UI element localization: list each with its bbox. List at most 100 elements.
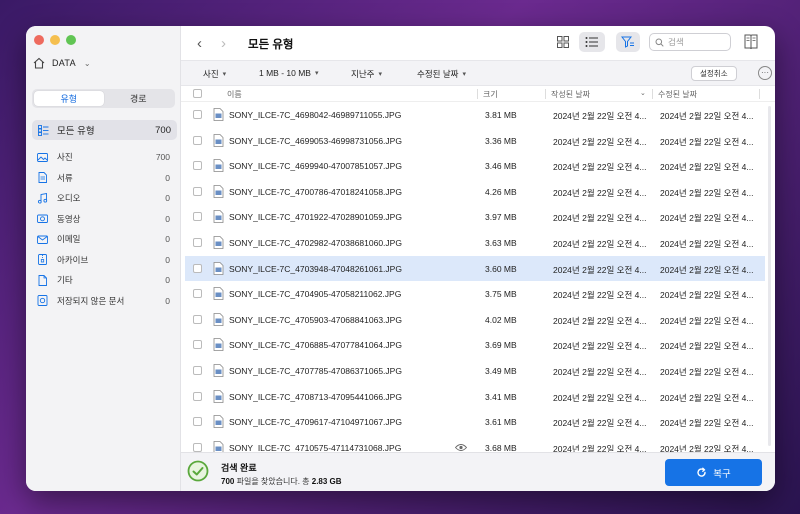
column-size[interactable]: 크기 xyxy=(483,89,498,100)
row-checkbox[interactable] xyxy=(193,340,202,350)
filter-icon xyxy=(621,36,634,48)
image-file-icon xyxy=(213,338,224,352)
row-checkbox[interactable] xyxy=(193,314,202,324)
table-row[interactable]: SONY_ILCE-7C_4700786-47018241058.JPG 4.26… xyxy=(185,179,765,205)
sidebar-item-count: 0 xyxy=(165,172,170,183)
table-row[interactable]: SONY_ILCE-7C_4698042-46989711055.JPG 3.81… xyxy=(185,102,765,128)
toolbar: ‹ › 모든 유형 xyxy=(181,26,775,60)
table-row[interactable]: SONY_ILCE-7C_4699053-46998731056.JPG 3.36… xyxy=(185,128,765,154)
document-icon xyxy=(38,172,47,184)
file-modified-date: 2024년 2월 22일 오전 4... xyxy=(660,392,754,403)
sidebar-item-label: 아카이브 xyxy=(57,254,89,265)
row-checkbox[interactable] xyxy=(193,135,202,145)
file-modified-date: 2024년 2월 22일 오전 4... xyxy=(660,264,754,275)
sidebar-item-archive[interactable]: 아카이브 0 xyxy=(32,250,175,271)
sidebar-item-count: 0 xyxy=(165,213,170,224)
back-button[interactable]: ‹ xyxy=(197,35,202,52)
sidebar-view-toggle: 유형 경로 xyxy=(32,89,175,108)
minimize-window-button[interactable] xyxy=(50,35,60,45)
row-checkbox[interactable] xyxy=(193,417,202,427)
file-modified-date: 2024년 2월 22일 오전 4... xyxy=(660,443,754,452)
table-row[interactable]: SONY_ILCE-7C_4702982-47038681060.JPG 3.63… xyxy=(185,230,765,256)
sidebar-item-label: 모든 유형 xyxy=(57,126,95,137)
row-checkbox[interactable] xyxy=(193,238,202,247)
tab-path[interactable]: 경로 xyxy=(104,91,174,106)
row-checkbox[interactable] xyxy=(193,212,202,222)
grid-view-icon[interactable] xyxy=(556,35,570,49)
row-checkbox[interactable] xyxy=(193,366,202,375)
file-name: SONY_ILCE-7C_4709617-47104971067.JPG xyxy=(229,417,402,428)
row-checkbox[interactable] xyxy=(193,110,202,119)
table-row[interactable]: SONY_ILCE-7C_4705903-47068841063.JPG 4.02… xyxy=(185,307,765,333)
list-view-button[interactable] xyxy=(579,32,605,52)
table-header: 이름 크기 작성된 날짜 ⌄ 수정된 날짜 xyxy=(181,86,775,102)
scrollbar[interactable] xyxy=(768,106,771,446)
table-row[interactable]: SONY_ILCE-7C_4707785-47086371065.JPG 3.49… xyxy=(185,358,765,384)
sidebar-item-video[interactable]: 동영상 0 xyxy=(32,209,175,230)
row-checkbox[interactable] xyxy=(193,289,202,299)
filter-date-field-value: 수정된 날짜 xyxy=(417,69,459,79)
file-size: 4.02 MB xyxy=(485,314,517,325)
file-created-date: 2024년 2월 22일 오전 4... xyxy=(553,341,647,352)
filter-date-field-dropdown[interactable]: 수정된 날짜 ▾ xyxy=(417,68,466,80)
sidebar-item-label: 서류 xyxy=(57,172,73,183)
table-row[interactable]: SONY_ILCE-7C_4709617-47104971067.JPG 3.61… xyxy=(185,409,765,435)
eye-icon[interactable] xyxy=(455,443,467,452)
column-created[interactable]: 작성된 날짜 xyxy=(551,89,590,100)
close-window-button[interactable] xyxy=(34,35,44,45)
sidebar-item-email[interactable]: 이메일 0 xyxy=(32,229,175,250)
zoom-window-button[interactable] xyxy=(66,35,76,45)
file-list: SONY_ILCE-7C_4698042-46989711055.JPG 3.81… xyxy=(181,102,775,452)
sidebar: DATA ⌄ 유형 경로 모든 유형 700 사진 700 서류 0 오디오 0… xyxy=(26,26,181,491)
file-name: SONY_ILCE-7C_4699053-46998731056.JPG xyxy=(229,135,402,146)
file-modified-date: 2024년 2월 22일 오전 4... xyxy=(660,367,754,377)
filter-type-dropdown[interactable]: 사진 ▾ xyxy=(203,68,226,80)
table-row[interactable]: SONY_ILCE-7C_4699940-47007851057.JPG 3.46… xyxy=(185,153,765,179)
search-input[interactable] xyxy=(668,37,728,47)
sidebar-item-count: 0 xyxy=(165,295,170,306)
table-row[interactable]: SONY_ILCE-7C_4701922-47028901059.JPG 3.97… xyxy=(185,204,765,230)
drive-selector[interactable]: DATA ⌄ xyxy=(32,53,91,73)
file-modified-date: 2024년 2월 22일 오전 4... xyxy=(660,187,754,198)
sidebar-item-label: 동영상 xyxy=(57,213,81,224)
file-modified-date: 2024년 2월 22일 오전 4... xyxy=(660,315,754,326)
image-file-icon xyxy=(213,287,224,301)
file-created-date: 2024년 2월 22일 오전 4... xyxy=(553,136,647,147)
unsaved-document-icon xyxy=(37,295,48,307)
filter-date-value: 지난주 xyxy=(351,69,375,79)
select-all-checkbox[interactable] xyxy=(193,89,202,98)
tab-type[interactable]: 유형 xyxy=(34,91,104,106)
table-row[interactable]: SONY_ILCE-7C_4704905-47058211062.JPG 3.75… xyxy=(185,281,765,307)
file-size: 3.46 MB xyxy=(485,161,517,172)
row-checkbox[interactable] xyxy=(193,442,202,452)
book-icon[interactable] xyxy=(743,33,759,51)
column-name[interactable]: 이름 xyxy=(227,89,242,100)
sidebar-item-documents[interactable]: 서류 0 xyxy=(32,168,175,189)
search-box[interactable] xyxy=(649,33,731,51)
forward-button[interactable]: › xyxy=(221,35,226,52)
clear-filters-button[interactable]: 설정취소 xyxy=(691,66,737,81)
table-row[interactable]: SONY_ILCE-7C_4706885-47077841064.JPG 3.69… xyxy=(185,332,765,358)
table-row[interactable]: SONY_ILCE-7C_4708713-47095441066.JPG 3.41… xyxy=(185,384,765,410)
sidebar-item-other[interactable]: 기타 0 xyxy=(32,270,175,291)
recover-button[interactable]: 복구 xyxy=(665,459,762,486)
sidebar-item-audio[interactable]: 오디오 0 xyxy=(32,188,175,209)
table-row[interactable]: SONY_ILCE-7C_4710575-47114731068.JPG 3.68… xyxy=(185,435,765,452)
row-checkbox[interactable] xyxy=(193,161,202,171)
chevron-down-icon: ▾ xyxy=(378,71,382,78)
row-checkbox[interactable] xyxy=(193,186,202,196)
sidebar-item-all-types[interactable]: 모든 유형 700 xyxy=(32,120,177,140)
filter-date-dropdown[interactable]: 지난주 ▾ xyxy=(351,68,382,80)
file-size: 3.69 MB xyxy=(485,340,517,351)
column-modified[interactable]: 수정된 날짜 xyxy=(658,89,697,100)
filter-button[interactable] xyxy=(616,32,640,52)
sidebar-item-photos[interactable]: 사진 700 xyxy=(32,147,175,168)
row-checkbox[interactable] xyxy=(193,263,202,273)
row-checkbox[interactable] xyxy=(193,391,202,401)
more-options-icon[interactable]: ··· xyxy=(758,66,772,80)
filter-size-dropdown[interactable]: 1 MB - 10 MB ▾ xyxy=(259,68,318,78)
sidebar-item-unsaved-documents[interactable]: 저장되지 않은 문서 0 xyxy=(32,291,175,312)
app-window: DATA ⌄ 유형 경로 모든 유형 700 사진 700 서류 0 오디오 0… xyxy=(26,26,775,491)
table-row[interactable]: SONY_ILCE-7C_4703948-47048261061.JPG 3.60… xyxy=(185,255,765,282)
status-title: 검색 완료 xyxy=(221,463,257,473)
